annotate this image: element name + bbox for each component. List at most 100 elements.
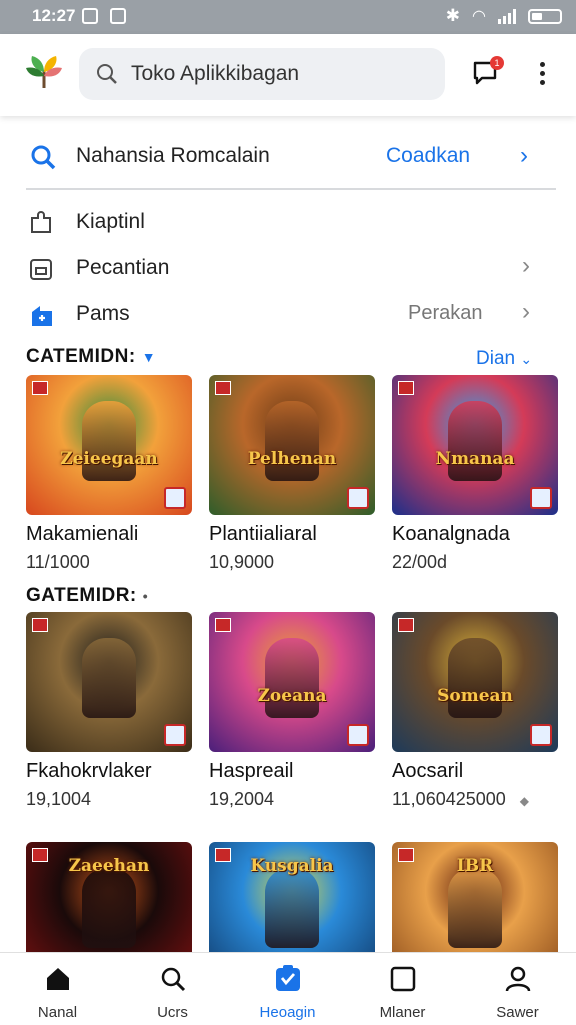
game-logo-text: Zeieegaan bbox=[60, 449, 158, 469]
battery-icon bbox=[528, 8, 562, 24]
store-icon bbox=[30, 259, 52, 280]
app-download-count-text: 10,9000 bbox=[209, 552, 275, 572]
rating-tag-icon bbox=[32, 618, 48, 632]
app-logo-icon[interactable] bbox=[24, 52, 64, 92]
app-download-count: 22/00d bbox=[392, 552, 558, 573]
rating-tag-icon bbox=[215, 618, 231, 632]
publisher-badge-icon bbox=[347, 724, 369, 746]
promo-text: Nahansia Romcalain bbox=[76, 144, 270, 167]
nav-item-search[interactable]: Ucrs bbox=[115, 953, 230, 1025]
section-title[interactable]: GATEMIDR: • bbox=[26, 585, 148, 607]
divider bbox=[26, 188, 556, 190]
game-logo-text: IBR bbox=[456, 856, 494, 876]
nav-label: Sawer bbox=[496, 1004, 539, 1021]
app-header: Toko Aplikkibagan 1 bbox=[0, 34, 576, 116]
app-name: Fkahokrvlaker bbox=[26, 760, 152, 782]
section-title-text: GATEMIDR: bbox=[26, 585, 137, 606]
search-input[interactable]: Toko Aplikkibagan bbox=[131, 62, 299, 86]
app-card[interactable]: Zoeana Haspreail 19,2004 bbox=[209, 612, 375, 810]
more-options-icon[interactable] bbox=[532, 62, 552, 90]
section-title[interactable]: CATEMIDN: ▼ bbox=[26, 346, 156, 368]
nav-label: Ucrs bbox=[157, 1004, 188, 1021]
rating-tag-icon bbox=[215, 381, 231, 395]
home-icon bbox=[46, 968, 69, 990]
status-time: 12:27 bbox=[32, 6, 76, 25]
search-icon bbox=[161, 967, 185, 992]
promo-banner[interactable]: Nahansia Romcalain Coadkan › bbox=[0, 130, 576, 180]
app-name: Aocsaril bbox=[392, 760, 464, 782]
publisher-badge-icon bbox=[347, 487, 369, 509]
nav-label: Heoagin bbox=[259, 1004, 316, 1021]
menu-item-kiaptinl[interactable]: Kiaptinl bbox=[0, 200, 576, 244]
game-controller-icon bbox=[32, 306, 52, 326]
app-card[interactable]: Nmanaa Koanalgnada 22/00d bbox=[392, 375, 558, 573]
bluetooth-icon: ✱ bbox=[445, 6, 461, 25]
app-thumbnail[interactable]: Zoeana bbox=[209, 612, 375, 752]
game-logo-text: Zaeehan bbox=[68, 856, 150, 876]
nav-item-sawer[interactable]: Sawer bbox=[460, 953, 575, 1025]
app-download-count-text: 19,2004 bbox=[209, 789, 275, 809]
wifi-icon: ◠ bbox=[472, 8, 486, 25]
rating-tag-icon bbox=[32, 381, 48, 395]
app-thumbnail[interactable]: Pelhenan bbox=[209, 375, 375, 515]
app-download-count-text: 11/1000 bbox=[26, 552, 90, 572]
see-all-text: Dian bbox=[476, 348, 516, 369]
promo-link[interactable]: Coadkan bbox=[386, 144, 470, 168]
app-card[interactable]: Fkahokrvlaker 19,1004 bbox=[26, 612, 192, 810]
publisher-badge-icon bbox=[164, 487, 186, 509]
search-icon bbox=[97, 64, 117, 84]
app-thumbnail[interactable]: Somean bbox=[392, 612, 558, 752]
character-art bbox=[448, 638, 502, 718]
chevron-down-icon: ▼ bbox=[141, 349, 157, 365]
app-thumbnail[interactable]: Zeieegaan bbox=[26, 375, 192, 515]
person-icon bbox=[505, 966, 530, 992]
character-art bbox=[448, 401, 502, 481]
signal-icon bbox=[498, 8, 516, 24]
more-indicator-icon: ◆ bbox=[519, 794, 530, 808]
nav-item-mlaner[interactable]: Mlaner bbox=[345, 953, 460, 1025]
menu-item-pecantian[interactable]: Pecantian › bbox=[0, 246, 576, 290]
nav-item-home[interactable]: Nanal bbox=[0, 953, 115, 1025]
square-icon bbox=[390, 966, 415, 992]
character-art bbox=[448, 868, 502, 948]
app-card[interactable]: Zeieegaan Makamienali 11/1000 bbox=[26, 375, 192, 573]
app-thumbnail[interactable]: Nmanaa bbox=[392, 375, 558, 515]
puzzle-icon bbox=[31, 211, 51, 233]
game-logo-text: Nmanaa bbox=[435, 449, 515, 469]
heart-box-icon bbox=[275, 965, 300, 991]
rating-tag-icon bbox=[398, 381, 414, 395]
section-title-text: CATEMIDN: bbox=[26, 346, 136, 367]
app-card[interactable]: Pelhenan Plantiialiaral 10,9000 bbox=[209, 375, 375, 573]
chevron-down-icon: • bbox=[142, 588, 149, 604]
nav-label: Mlaner bbox=[379, 1004, 426, 1021]
notification-badge: 1 bbox=[490, 56, 504, 70]
chevron-right-icon[interactable]: › bbox=[520, 142, 528, 170]
rating-tag-icon bbox=[398, 618, 414, 632]
publisher-badge-icon bbox=[530, 487, 552, 509]
menu-item-label: Pams bbox=[76, 302, 130, 325]
search-bar[interactable]: Toko Aplikkibagan bbox=[79, 48, 445, 100]
menu-item-pams[interactable]: Pams Perakan › bbox=[0, 292, 576, 336]
see-all-link[interactable]: Dian ⌄ bbox=[476, 348, 532, 370]
character-art bbox=[82, 401, 136, 481]
app-name: Plantiialiaral bbox=[209, 523, 317, 545]
bottom-nav: Nanal Ucrs Heoagin Mlaner Sawer bbox=[0, 952, 576, 1025]
nav-item-heoagin[interactable]: Heoagin bbox=[230, 953, 345, 1025]
game-logo-text: Zoeana bbox=[257, 686, 327, 706]
app-card[interactable]: Somean Aocsaril 11,060425000 ◆ bbox=[392, 612, 558, 810]
chevron-down-icon: ⌄ bbox=[520, 351, 533, 367]
app-name: Makamienali bbox=[26, 523, 139, 545]
menu-item-label: Pecantian bbox=[76, 256, 170, 279]
app-download-count-text: 22/00d bbox=[392, 552, 448, 572]
character-art bbox=[265, 868, 319, 948]
app-download-count-text: 11,060425000 bbox=[392, 789, 506, 809]
app-thumbnail[interactable] bbox=[26, 612, 192, 752]
app-name: Koanalgnada bbox=[392, 523, 510, 545]
publisher-badge-icon bbox=[530, 724, 552, 746]
game-logo-text: Pelhenan bbox=[247, 449, 337, 469]
game-logo-text: Kusgalia bbox=[250, 856, 334, 876]
app-download-count: 19,1004 bbox=[26, 789, 192, 810]
status-bar: 12:27 ✱ ◠ bbox=[0, 0, 576, 34]
search-icon bbox=[31, 145, 56, 170]
character-art bbox=[82, 638, 136, 718]
